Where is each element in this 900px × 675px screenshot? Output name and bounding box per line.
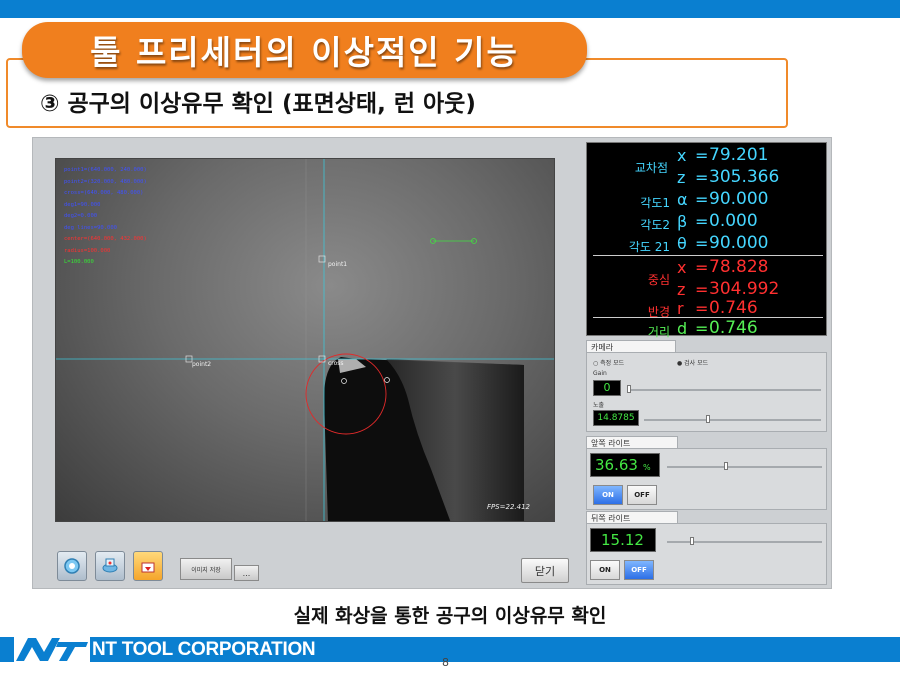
tool-buttons: [57, 551, 163, 581]
equals-sign: =: [695, 212, 709, 231]
overlay-line: cross=(640.000, 480.000): [64, 190, 144, 196]
gain-display: 0: [593, 380, 621, 396]
gain-slider-thumb[interactable]: [627, 385, 631, 393]
center-z-value: 304.992: [709, 279, 780, 299]
back-light-slider[interactable]: [667, 537, 822, 545]
cross-label: cross: [328, 360, 344, 367]
spindle-icon: [102, 558, 118, 573]
back-light-value: 15.12: [601, 531, 644, 549]
back-light-panel: 15.12 % ON OFF: [586, 523, 827, 585]
z-symbol: z: [677, 280, 686, 299]
exposure-slider-thumb[interactable]: [705, 415, 710, 423]
tool-holder-icon: [141, 562, 155, 573]
front-light-value: 36.63: [595, 456, 638, 474]
intersection-z-row: z = 305.366: [587, 167, 828, 189]
back-light-on-button[interactable]: ON: [590, 560, 620, 580]
title-banner: 툴 프리세터의 이상적인 기능: [22, 22, 587, 78]
angle2-row: 각도2 β = 0.000: [587, 211, 828, 233]
front-light-slider[interactable]: [667, 462, 822, 470]
tab-front-light[interactable]: 앞쪽 라이트: [586, 436, 678, 448]
angle1-label: 각도1: [640, 196, 670, 210]
distance-value: 0.746: [709, 318, 758, 338]
gain-label: Gain: [593, 370, 607, 377]
tab-camera[interactable]: 카메라: [586, 340, 676, 352]
exposure-label: 노출: [593, 402, 605, 409]
save-image-button[interactable]: 이미지 저장: [180, 558, 232, 580]
angle2-value: 0.000: [709, 211, 758, 231]
equals-sign: =: [695, 280, 709, 299]
angle21-row: 각도 21 θ = 90.000: [587, 233, 828, 255]
angle2-label: 각도2: [640, 218, 670, 232]
alpha-symbol: α: [677, 190, 688, 209]
measure-mode-radio[interactable]: ○ 측정 모드: [593, 358, 624, 367]
overlay-line: radius=100.000: [64, 247, 111, 254]
equals-sign: =: [695, 168, 709, 187]
back-light-display: 15.12 %: [590, 528, 656, 568]
camera-panel: ○ 측정 모드 ● 검사 모드 Gain 0 노출 14.8785: [586, 352, 827, 432]
beta-symbol: β: [677, 212, 688, 231]
ring-light-icon: [64, 558, 80, 574]
equals-sign: =: [695, 299, 709, 318]
overlay-line: point2=(320.000, 480.000): [64, 178, 147, 185]
nt-logo: [14, 636, 90, 663]
front-light-slider-thumb[interactable]: [723, 462, 728, 470]
preset-software-window: point1=(640.000, 240.000) point2=(320.000…: [32, 137, 832, 589]
capture-button[interactable]: [133, 551, 163, 581]
equals-sign: =: [695, 319, 709, 338]
figure-caption: 실제 화상을 통한 공구의 이상유무 확인: [293, 605, 607, 627]
nt-logo-icon: [16, 638, 88, 661]
overlay-line: deg1=90.000: [64, 201, 101, 208]
measurement-overlay: point1=(640.000, 240.000) point2=(320.000…: [64, 165, 147, 269]
intersection-z-value: 305.366: [709, 167, 780, 187]
equals-sign: =: [695, 234, 709, 253]
d-symbol: d: [677, 319, 688, 338]
inspect-mode-label: 검사 모드: [684, 360, 709, 367]
front-light-off-button[interactable]: OFF: [627, 485, 657, 505]
overlay-line: deg2=0.000: [64, 213, 98, 219]
measurement-readout: x = 79.201 교차점 z = 305.366 각도1 α = 90.00…: [586, 142, 828, 339]
front-light-display: 36.63 %: [590, 453, 660, 477]
front-light-on-button[interactable]: ON: [593, 485, 623, 505]
spindle-button[interactable]: [95, 551, 125, 581]
company-name: NT TOOL CORPORATION: [92, 639, 316, 660]
gain-slider[interactable]: [627, 385, 821, 393]
theta-symbol: θ: [677, 234, 687, 253]
exposure-display: 14.8785: [593, 410, 639, 426]
ring-light-button[interactable]: [57, 551, 87, 581]
readout-divider: [593, 255, 823, 256]
angle21-label: 각도 21: [628, 240, 670, 254]
exposure-slider[interactable]: [644, 415, 821, 423]
measure-mode-label: 측정 모드: [600, 360, 625, 367]
back-light-slider-thumb[interactable]: [690, 537, 695, 545]
overlay-line: point1=(640.000, 240.000): [64, 167, 147, 173]
z-symbol: z: [677, 168, 686, 187]
inspect-mode-radio[interactable]: ● 검사 모드: [677, 358, 708, 367]
more-button[interactable]: ...: [234, 565, 259, 581]
front-light-unit: %: [643, 463, 651, 472]
radius-value: 0.746: [709, 298, 758, 318]
back-light-off-button[interactable]: OFF: [624, 560, 654, 580]
front-light-panel: 36.63 % ON OFF: [586, 448, 827, 510]
page-subtitle: ③ 공구의 이상유무 확인 (표면상태, 런 아웃): [40, 91, 476, 117]
angle1-row: 각도1 α = 90.000: [587, 189, 828, 211]
r-symbol: r: [677, 299, 684, 318]
point2-label: point2: [192, 361, 212, 368]
page-title: 툴 프리세터의 이상적인 기능: [90, 33, 519, 72]
angle21-value: 90.000: [709, 233, 769, 253]
equals-sign: =: [695, 190, 709, 209]
distance-row: 거리 d = 0.746: [587, 318, 828, 340]
page-number: 8: [442, 656, 449, 669]
overlay-line: L=100.000: [64, 259, 94, 265]
top-bar: [0, 0, 900, 18]
fps-readout: FPS=22.412: [486, 503, 530, 511]
close-button[interactable]: 닫기: [521, 558, 569, 583]
camera-view[interactable]: point1=(640.000, 240.000) point2=(320.000…: [55, 158, 555, 522]
distance-label: 거리: [647, 325, 670, 339]
overlay-line: center=(640.000, 432.000): [64, 236, 147, 242]
overlay-line: deg lines=90.000: [64, 224, 117, 231]
tab-back-light[interactable]: 뒤쪽 라이트: [586, 511, 678, 523]
slide: 툴 프리세터의 이상적인 기능 ③ 공구의 이상유무 확인 (표면상태, 런 아…: [0, 0, 900, 675]
angle1-value: 90.000: [709, 189, 769, 209]
point1-label: point1: [328, 261, 348, 268]
